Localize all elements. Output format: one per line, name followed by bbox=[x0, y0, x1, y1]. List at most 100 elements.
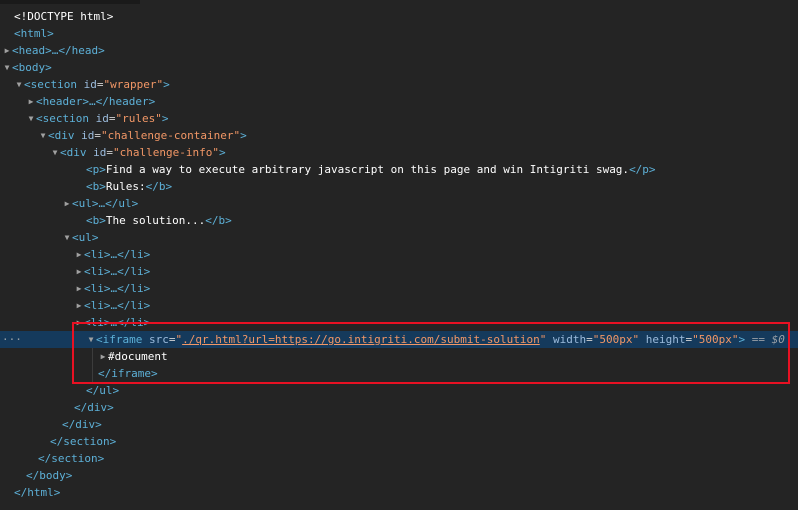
b-close-tag: </b> bbox=[145, 180, 173, 193]
expand-triangle-right-icon[interactable]: ▶ bbox=[98, 348, 108, 365]
iframe-close-line[interactable]: </iframe> bbox=[98, 365, 158, 382]
collapsed-node: <li>…</li> bbox=[84, 265, 151, 278]
expand-triangle-down-icon[interactable]: ▼ bbox=[50, 144, 60, 161]
dom-node-line[interactable]: </div> bbox=[74, 399, 114, 416]
b-text: The solution... bbox=[105, 214, 206, 227]
dom-node-line[interactable]: </body> bbox=[26, 467, 72, 484]
tag-bracket: < bbox=[60, 146, 67, 159]
dom-node-line[interactable]: ▶ <li>…</li> bbox=[74, 297, 151, 314]
tag-bracket: < bbox=[48, 129, 55, 142]
dom-node-line[interactable]: ▼ <div id="challenge-info"> bbox=[50, 144, 226, 161]
tag-bracket: > bbox=[161, 112, 169, 125]
attr-value: "challenge-info" bbox=[113, 146, 219, 159]
dom-node-line[interactable]: ▶ <header>…</header> bbox=[26, 93, 156, 110]
iframe-close-tag: </iframe> bbox=[98, 367, 158, 380]
dom-node-line[interactable]: </html> bbox=[14, 484, 60, 501]
width-attr-value: "500px" bbox=[592, 333, 640, 346]
p-text: Find a way to execute arbitrary javascri… bbox=[105, 163, 630, 176]
expand-triangle-right-icon[interactable]: ▶ bbox=[2, 42, 12, 59]
expand-triangle-down-icon[interactable]: ▼ bbox=[26, 110, 36, 127]
src-attr-link[interactable]: ./qr.html?url=https://go.intigriti.com/s… bbox=[182, 333, 540, 346]
dom-node-line[interactable]: <b>Rules:</b> bbox=[86, 178, 172, 195]
close-tag: </section> bbox=[50, 435, 117, 448]
dom-node-line[interactable]: </ul> bbox=[86, 382, 119, 399]
collapsed-node: <head>…</head> bbox=[12, 44, 105, 57]
attr-name: id bbox=[83, 78, 97, 91]
width-attr-name: width bbox=[552, 333, 587, 346]
selected-iframe-line[interactable]: ··· ▼ <iframe src="./qr.html?url=https://g… bbox=[0, 331, 798, 348]
dom-node-line[interactable]: <html> bbox=[14, 25, 54, 42]
attr-value: "wrapper" bbox=[103, 78, 164, 91]
dom-node-line[interactable]: ▼ <section id="wrapper"> bbox=[14, 76, 170, 93]
dom-node-line[interactable]: ▶ <li>…</li> bbox=[74, 280, 151, 297]
expand-triangle-right-icon[interactable]: ▶ bbox=[26, 93, 36, 110]
dom-node-line[interactable]: ▼ <div id="challenge-container"> bbox=[38, 127, 247, 144]
expand-triangle-down-icon[interactable]: ▼ bbox=[38, 127, 48, 144]
expand-triangle-right-icon[interactable]: ▶ bbox=[74, 297, 84, 314]
dom-node-line[interactable]: </section> bbox=[50, 433, 116, 450]
console-ref-marker: $0 bbox=[771, 333, 785, 346]
dom-node-line[interactable]: ▶ <ul>…</ul> bbox=[62, 195, 139, 212]
indent-guide bbox=[92, 348, 93, 382]
attr-value: "challenge-container" bbox=[101, 129, 241, 142]
dom-node-line[interactable]: ▼ <body> bbox=[2, 59, 52, 76]
close-tag: </section> bbox=[38, 452, 105, 465]
dom-node-line[interactable]: </div> bbox=[62, 416, 102, 433]
dom-node-line[interactable]: ▶ <li>…</li> bbox=[74, 246, 151, 263]
dom-node-line[interactable]: ▶ <li>…</li> bbox=[74, 314, 151, 331]
tag-bracket: > bbox=[240, 129, 247, 142]
expand-triangle-down-icon[interactable]: ▼ bbox=[2, 59, 12, 76]
equals: = bbox=[94, 129, 101, 142]
more-options-icon[interactable]: ··· bbox=[2, 331, 22, 348]
height-attr-value: "500px" bbox=[692, 333, 739, 346]
dom-node-line[interactable]: ▶ <head>…</head> bbox=[2, 42, 105, 59]
collapsed-node: <li>…</li> bbox=[84, 316, 151, 329]
expand-triangle-right-icon[interactable]: ▶ bbox=[74, 246, 84, 263]
height-attr-name: height bbox=[645, 333, 686, 346]
attr-name: id bbox=[95, 112, 109, 125]
equals: = bbox=[106, 146, 113, 159]
tag-name: div bbox=[54, 129, 75, 142]
dom-node-line[interactable]: ▼ <section id="rules"> bbox=[26, 110, 169, 127]
dom-node-line[interactable]: <!DOCTYPE html> bbox=[14, 8, 113, 25]
collapsed-node: <ul>…</ul> bbox=[72, 197, 139, 210]
dom-node-line[interactable]: ▶ <li>…</li> bbox=[74, 263, 151, 280]
collapsed-node: <li>…</li> bbox=[84, 248, 151, 261]
expand-triangle-right-icon[interactable]: ▶ bbox=[74, 314, 84, 331]
tag-name: section bbox=[30, 78, 77, 91]
b-open-tag: <b> bbox=[86, 214, 106, 227]
panel-tab-marker bbox=[0, 0, 140, 4]
tag-bracket: > bbox=[218, 146, 226, 159]
close-tag: </body> bbox=[26, 469, 73, 482]
dom-node-line[interactable]: <b>The solution...</b> bbox=[86, 212, 232, 229]
dom-node-line[interactable]: ▼ <ul> bbox=[62, 229, 99, 246]
document-node: #document bbox=[108, 350, 168, 363]
iframe-open-tag: <iframe bbox=[96, 333, 143, 346]
equals-marker: == bbox=[751, 333, 765, 346]
expand-triangle-down-icon[interactable]: ▼ bbox=[86, 331, 96, 348]
expand-triangle-right-icon[interactable]: ▶ bbox=[62, 195, 72, 212]
expand-triangle-right-icon[interactable]: ▶ bbox=[74, 280, 84, 297]
document-node-line[interactable]: ▶ #document bbox=[98, 348, 168, 365]
expand-triangle-right-icon[interactable]: ▶ bbox=[74, 263, 84, 280]
devtools-top-strip bbox=[0, 0, 798, 4]
tag-name: section bbox=[42, 112, 89, 125]
tag-bracket: < bbox=[36, 112, 43, 125]
attr-value: "rules" bbox=[115, 112, 162, 125]
doctype-text: <!DOCTYPE html> bbox=[14, 10, 114, 23]
dom-node-line[interactable]: <p>Find a way to execute arbitrary javas… bbox=[86, 161, 656, 178]
b-close-tag: </b> bbox=[205, 214, 232, 227]
dom-node-line[interactable]: </section> bbox=[38, 450, 104, 467]
open-tag: <html> bbox=[14, 27, 54, 40]
close-tag: </div> bbox=[62, 418, 102, 431]
expand-triangle-down-icon[interactable]: ▼ bbox=[14, 76, 24, 93]
expand-triangle-down-icon[interactable]: ▼ bbox=[62, 229, 72, 246]
b-open-tag: <b> bbox=[86, 180, 106, 193]
close-tag: </html> bbox=[14, 486, 61, 499]
